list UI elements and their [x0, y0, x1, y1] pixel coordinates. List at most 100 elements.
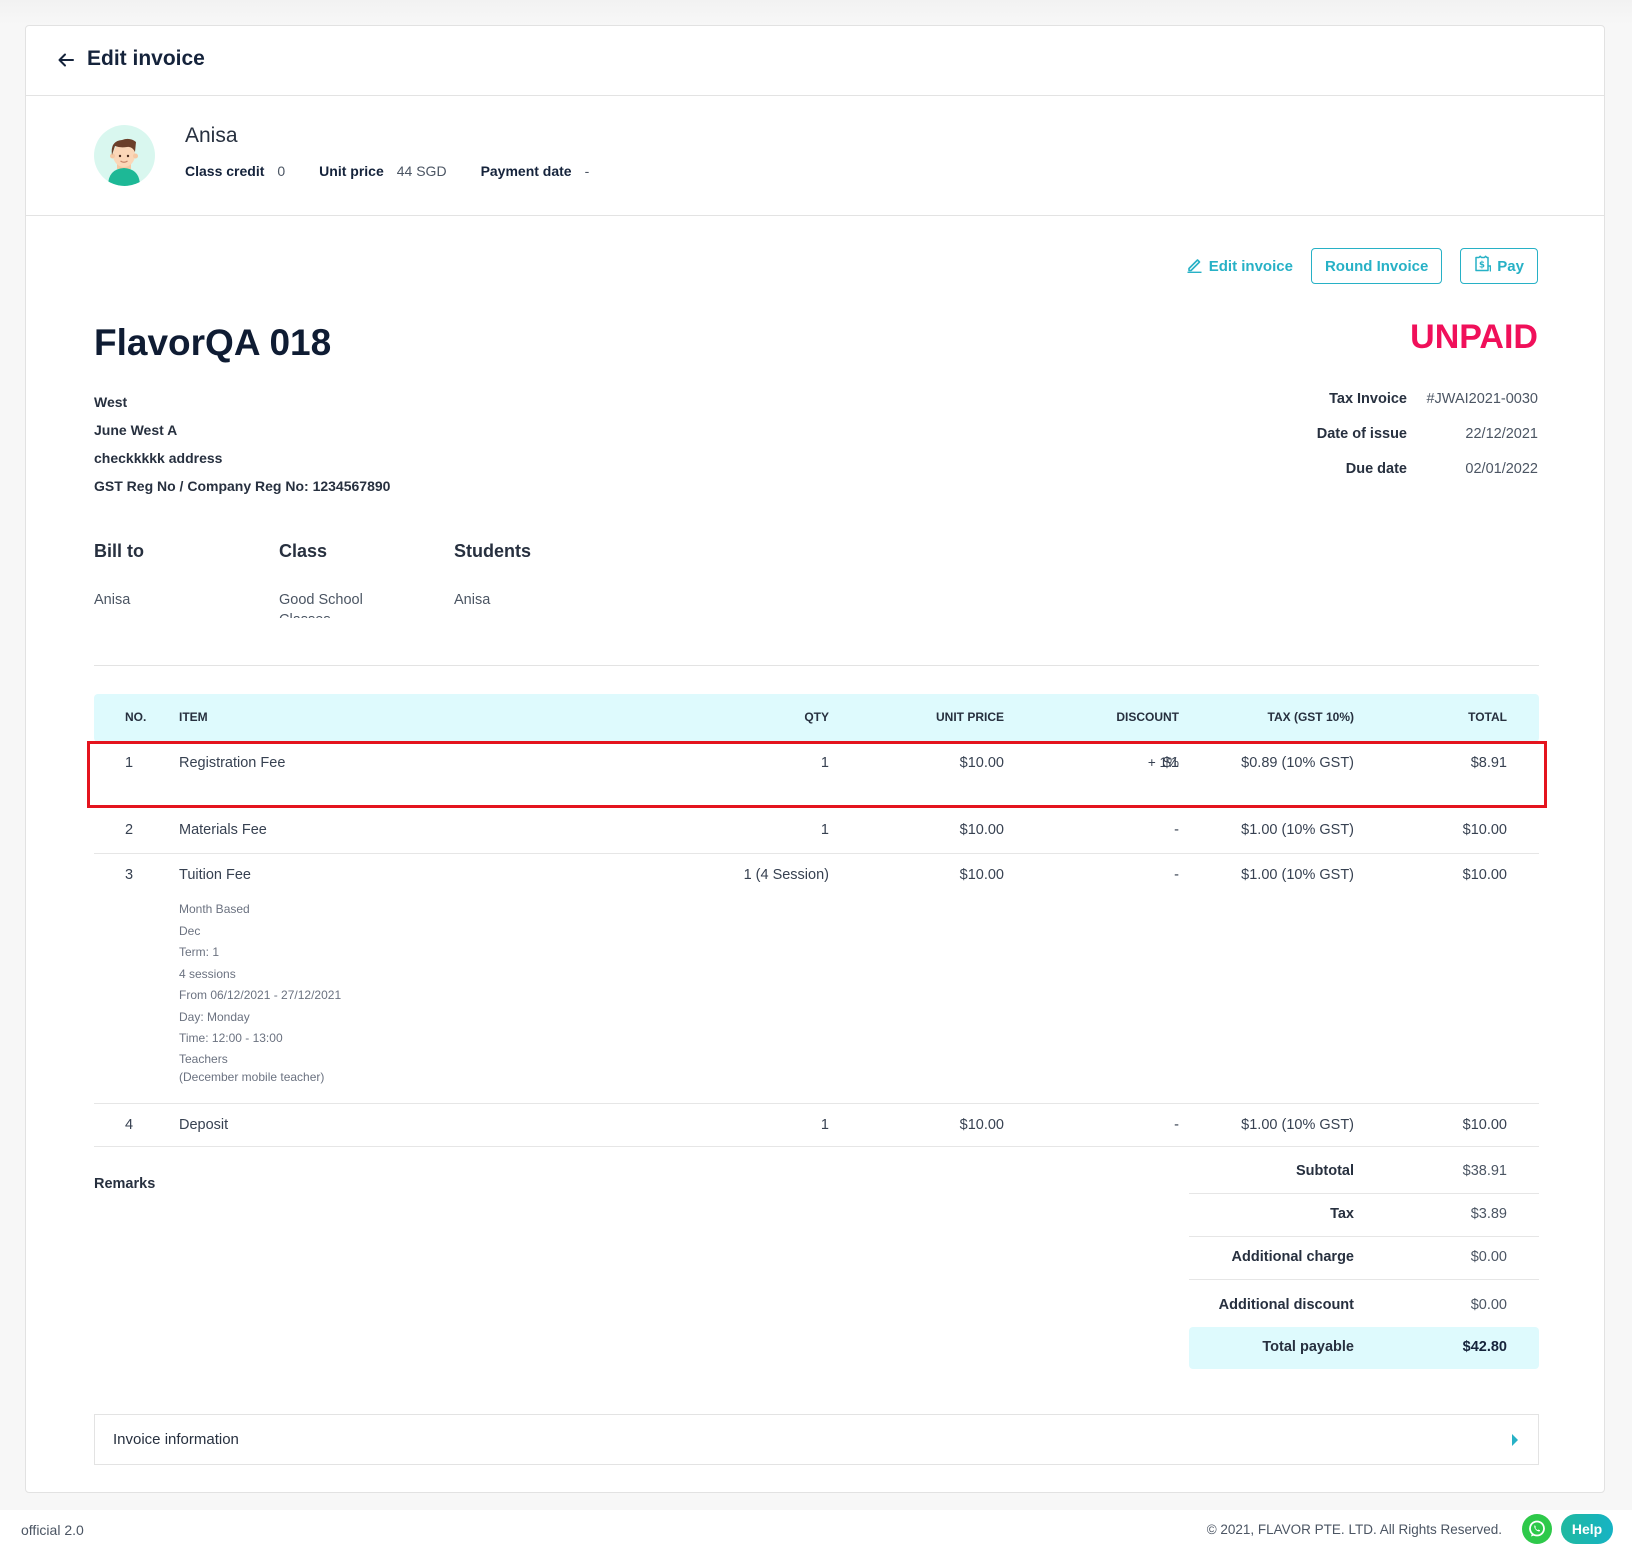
bill-to: Bill to Anisa	[94, 541, 214, 618]
avatar	[94, 125, 155, 186]
class-value: Good School Classes	[279, 592, 363, 618]
students: Students Anisa	[454, 541, 574, 618]
tax-invoice-value: #JWAI2021-0030	[1426, 391, 1538, 407]
version-label: official 2.0	[21, 1522, 84, 1538]
subtotal-value: $38.91	[1462, 1163, 1507, 1179]
row-no: 2	[125, 822, 134, 838]
table-header: NO. ITEM QTY UNIT PRICE DISCOUNT TAX (GS…	[94, 694, 1539, 742]
student-profile: Anisa Class credit 0 Unit price 44 SGD P…	[26, 96, 1604, 216]
detail-line: Month Based	[179, 902, 250, 916]
table-row: 3 Tuition Fee 1 (4 Session) $10.00 - $1.…	[94, 854, 1539, 1104]
row-unit-price: $10.00	[959, 867, 1004, 883]
row-total: $10.00	[1462, 1117, 1507, 1133]
student-name: Anisa	[185, 124, 238, 147]
page-header: Edit invoice	[26, 26, 1604, 96]
row-unit-price: $10.00	[959, 822, 1004, 838]
class-credit: Class credit 0	[185, 163, 285, 179]
row-item: Tuition Fee	[179, 867, 251, 883]
table-row: 1 Registration Fee 1 $10.00 $1 + 1% $0.8…	[94, 742, 1539, 809]
address-line: June West A	[94, 422, 178, 438]
subtotal-row: Subtotal $38.91	[1189, 1151, 1539, 1194]
row-no: 3	[125, 867, 134, 883]
row-unit-price: $10.00	[959, 1117, 1004, 1133]
row-total: $10.00	[1462, 867, 1507, 883]
page-title: Edit invoice	[87, 47, 205, 70]
total-payable-row: Total payable $42.80	[1189, 1327, 1539, 1369]
students-label: Students	[454, 541, 532, 561]
invoice-information-label: Invoice information	[113, 1431, 239, 1448]
class-credit-label: Class credit	[185, 163, 265, 179]
additional-charge-value: $0.00	[1470, 1249, 1507, 1265]
row-tax: $0.89 (10% GST)	[1241, 755, 1354, 771]
col-tax: TAX (GST 10%)	[1267, 710, 1354, 724]
detail-line: Day: Monday	[179, 1009, 250, 1024]
footer: official 2.0 © 2021, FLAVOR PTE. LTD. Al…	[0, 1510, 1632, 1548]
pay-button[interactable]: $ Pay	[1460, 248, 1538, 284]
unit-price-label: Unit price	[319, 163, 384, 179]
additional-discount-value: $0.00	[1470, 1297, 1507, 1313]
row-discount: -	[1174, 1117, 1179, 1133]
total-payable-value: $42.80	[1462, 1339, 1507, 1355]
total-payable-label: Total payable	[1262, 1339, 1354, 1355]
round-invoice-button[interactable]: Round Invoice	[1310, 248, 1443, 284]
back-arrow-icon[interactable]	[56, 50, 76, 70]
table-row: 2 Materials Fee 1 $10.00 - $1.00 (10% GS…	[94, 809, 1539, 854]
row-qty: 1	[820, 755, 829, 771]
col-unit-price: UNIT PRICE	[935, 710, 1004, 724]
whatsapp-icon[interactable]	[1522, 1514, 1552, 1544]
detail-line: From 06/12/2021 - 27/12/2021	[179, 988, 342, 1002]
tuition-details: Month Based Dec Term: 1 4 sessions From …	[179, 899, 341, 1086]
additional-charge-row: Additional charge $0.00	[1189, 1237, 1539, 1280]
row-qty: 1	[820, 1117, 829, 1133]
remarks-label: Remarks	[94, 1176, 156, 1192]
col-item: ITEM	[179, 710, 208, 724]
payment-date-label: Payment date	[480, 163, 572, 179]
svg-text:$: $	[1479, 261, 1485, 271]
tax-value: $3.89	[1470, 1206, 1507, 1222]
subtotal-label: Subtotal	[1296, 1163, 1354, 1179]
row-item: Deposit	[179, 1117, 229, 1133]
additional-discount-row: Additional discount $0.00	[1189, 1280, 1539, 1327]
invoice-card: Edit invoice Anisa Class credit 0 Unit p…	[25, 25, 1605, 1493]
company-name: FlavorQA 018	[94, 322, 332, 363]
class-label: Class	[279, 541, 328, 561]
date-of-issue-label: Date of issue	[1316, 426, 1407, 442]
col-qty: QTY	[804, 710, 829, 724]
address-line: checkkkkk address	[94, 450, 223, 466]
col-discount: DISCOUNT	[1116, 710, 1179, 724]
col-total: TOTAL	[1468, 710, 1507, 724]
col-no: NO.	[125, 710, 147, 724]
row-total: $8.91	[1470, 755, 1507, 771]
detail-line: (December mobile teacher)	[179, 1069, 325, 1084]
status-badge: UNPAID	[1410, 318, 1538, 356]
address-line: West	[94, 394, 128, 410]
edit-invoice-button[interactable]: Edit invoice	[1186, 256, 1293, 277]
date-of-issue-value: 22/12/2021	[1465, 426, 1538, 442]
caret-right-icon	[1512, 1434, 1518, 1446]
invoice-items-table: NO. ITEM QTY UNIT PRICE DISCOUNT TAX (GS…	[94, 694, 1539, 1147]
help-button[interactable]: Help	[1561, 1514, 1613, 1544]
invoice-information-toggle[interactable]: Invoice information	[94, 1414, 1539, 1465]
class: Class Good School Classes	[279, 541, 399, 618]
edit-invoice-label: Edit invoice	[1208, 257, 1293, 275]
copyright: © 2021, FLAVOR PTE. LTD. All Rights Rese…	[1206, 1522, 1502, 1537]
class-credit-value: 0	[277, 163, 286, 179]
due-date-label: Due date	[1345, 461, 1407, 477]
row-no: 1	[125, 755, 134, 771]
detail-line: Time: 12:00 - 13:00	[179, 1031, 283, 1045]
receipt-dollar-icon: $	[1474, 255, 1492, 277]
row-total: $10.00	[1462, 822, 1507, 838]
company-address: West June West A checkkkkk address GST R…	[94, 392, 390, 504]
tax-row: Tax $3.89	[1189, 1194, 1539, 1237]
table-row: 4 Deposit 1 $10.00 - $1.00 (10% GST) $10…	[94, 1104, 1539, 1147]
due-date-row: Due date 02/01/2022	[1317, 459, 1538, 494]
row-no: 4	[125, 1117, 134, 1133]
pencil-icon	[1186, 256, 1203, 277]
row-discount: -	[1174, 822, 1179, 838]
date-of-issue-row: Date of issue 22/12/2021	[1317, 424, 1538, 459]
registration-number: GST Reg No / Company Reg No: 1234567890	[94, 478, 391, 494]
unit-price: Unit price 44 SGD	[319, 163, 446, 179]
detail-line: Dec	[179, 923, 201, 938]
payment-date-value: -	[584, 163, 590, 179]
detail-line: Term: 1	[179, 945, 220, 959]
